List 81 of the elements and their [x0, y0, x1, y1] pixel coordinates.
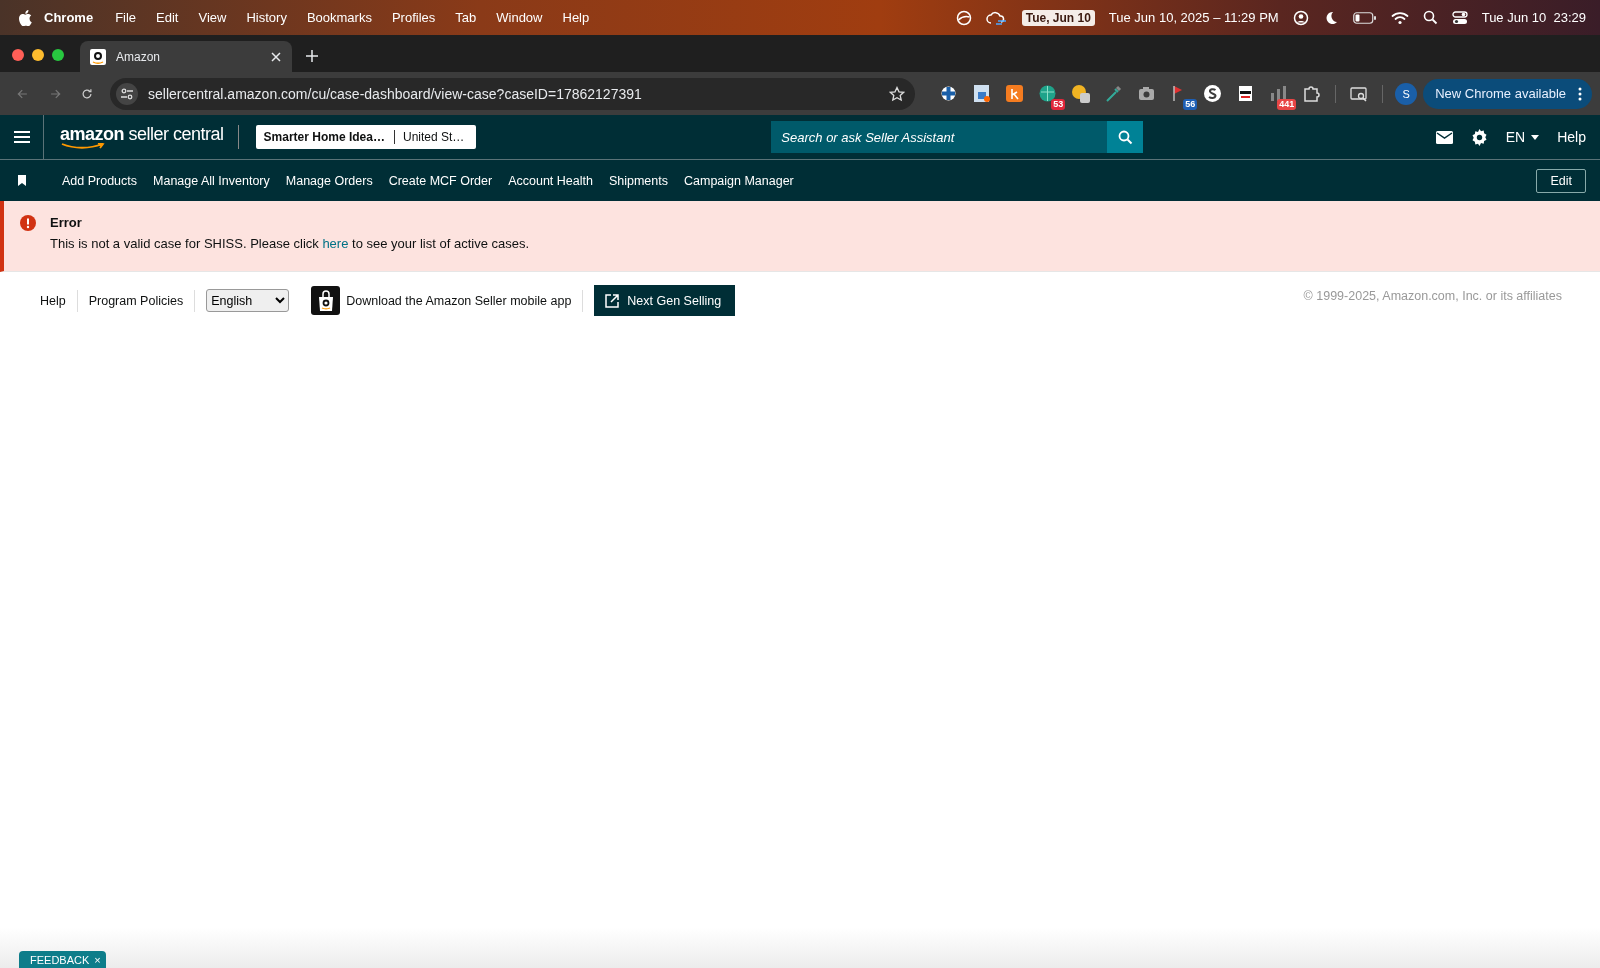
close-icon[interactable]: [270, 50, 282, 63]
star-icon[interactable]: [889, 85, 906, 102]
user-circle-icon[interactable]: [1292, 9, 1309, 26]
help-link[interactable]: Help: [1557, 129, 1586, 145]
profile-avatar[interactable]: S: [1395, 82, 1418, 105]
date-time-text: Tue Jun 10, 2025 – 11:29 PM: [1108, 10, 1279, 25]
bookmark-icon[interactable]: [18, 175, 26, 186]
menu-item[interactable]: Window: [486, 10, 553, 25]
count-badge: 53: [1051, 99, 1066, 110]
next-gen-selling-button[interactable]: Next Gen Selling: [594, 285, 736, 316]
coin-icon[interactable]: [1071, 84, 1091, 103]
here-link[interactable]: here: [322, 236, 349, 251]
menu-item[interactable]: Edit: [146, 10, 189, 25]
copyright-text: © 1999-2025, Amazon.com, Inc. or its affiliates: [1303, 288, 1562, 303]
footer-link[interactable]: Program Policies: [77, 289, 196, 312]
letter-s-icon[interactable]: [1203, 84, 1223, 103]
menu-item[interactable]: Bookmarks: [296, 10, 382, 25]
nav-link[interactable]: Campaign Manager: [684, 173, 794, 188]
clock-text: Tue Jun 10 23:29: [1481, 10, 1586, 25]
app-download-link[interactable]: Download the Amazon Seller mobile app: [346, 289, 584, 312]
caret-icon: [1531, 134, 1540, 140]
tab-title: Amazon: [116, 49, 162, 64]
alert-message: This is not a valid case for SHISS. Please click here to see your list of active cases.: [50, 236, 530, 251]
new-tab-plus-icon[interactable]: [304, 48, 320, 64]
count-badge: 56: [1183, 99, 1198, 110]
close-window-button[interactable]: [12, 48, 24, 61]
toggles-icon[interactable]: [1451, 10, 1468, 25]
menu-item[interactable]: View: [188, 10, 237, 25]
app-menu[interactable]: Chrome: [32, 10, 106, 25]
menu-item[interactable]: History: [236, 10, 297, 25]
address-bar[interactable]: sellercentral.amazon.com/cu/case-dashboard/view-case?caseID=17862127391: [110, 77, 916, 110]
sliders-icon: [121, 87, 133, 100]
camera-icon[interactable]: [1137, 84, 1157, 103]
letter-icon[interactable]: [1005, 84, 1025, 103]
zoom-window-button[interactable]: [52, 48, 64, 61]
footer-link[interactable]: Help: [40, 289, 78, 312]
menu-item[interactable]: Help: [552, 10, 600, 25]
settings-icon[interactable]: [1470, 128, 1488, 146]
site-settings-button[interactable]: [116, 82, 138, 105]
exclamation-circle-icon: [20, 215, 36, 231]
menu-item[interactable]: File: [105, 10, 147, 25]
search-icon[interactable]: [1422, 10, 1438, 25]
cloud-sync-icon[interactable]: [985, 9, 1008, 26]
date-badge[interactable]: Tue, Jun 10: [1021, 9, 1095, 26]
mail-icon[interactable]: [1435, 130, 1453, 144]
puzzle-icon[interactable]: [1302, 84, 1322, 103]
update-chrome-button[interactable]: New Chrome available: [1423, 78, 1592, 109]
amazon-favicon-icon: [90, 48, 106, 65]
seller-central-logo[interactable]: amazon seller central: [60, 125, 239, 149]
url-text: sellercentral.amazon.com/cu/case-dashboard/view-case?caseID=17862127391: [148, 85, 643, 102]
battery-icon[interactable]: [1352, 11, 1377, 24]
circle-slash-icon[interactable]: [955, 9, 972, 26]
nav-link[interactable]: Manage All Inventory: [153, 173, 270, 188]
browser-tab[interactable]: Amazon: [80, 41, 292, 72]
nav-link[interactable]: Shipments: [608, 173, 668, 188]
language-dropdown[interactable]: English: [206, 289, 290, 312]
menu-icon[interactable]: [13, 131, 30, 143]
more-vertical-icon: [1578, 86, 1582, 101]
tab-search-icon[interactable]: [1350, 85, 1369, 102]
nav-link[interactable]: Account Health: [508, 173, 593, 188]
close-icon[interactable]: ×: [94, 953, 101, 966]
dropper-icon[interactable]: [1104, 84, 1124, 103]
menu-item[interactable]: Profiles: [381, 10, 446, 25]
search-field[interactable]: Search or ask Seller Assistant: [771, 121, 1108, 153]
count-badge: 441: [1277, 99, 1297, 110]
minimize-window-button[interactable]: [32, 48, 44, 61]
language-selector[interactable]: EN: [1505, 129, 1540, 145]
external-link-icon: [605, 293, 620, 308]
account-switcher[interactable]: Smarter Home Idea… United St…: [255, 125, 477, 149]
globe-icon[interactable]: [1038, 84, 1058, 103]
edit-button[interactable]: Edit: [1536, 168, 1586, 193]
alert-title: Error: [50, 215, 83, 230]
feedback-button[interactable]: FEEDBACK ×: [19, 951, 106, 968]
menu-item[interactable]: Tab: [445, 10, 487, 25]
nav-link[interactable]: Create MCF Order: [388, 173, 493, 188]
wifi-icon[interactable]: [1390, 10, 1409, 25]
nav-link[interactable]: Manage Orders: [285, 173, 373, 188]
search-icon: [1117, 129, 1133, 145]
apple-icon[interactable]: [18, 9, 32, 26]
nav-link[interactable]: Add Products: [62, 173, 138, 188]
search-button[interactable]: [1107, 121, 1144, 153]
